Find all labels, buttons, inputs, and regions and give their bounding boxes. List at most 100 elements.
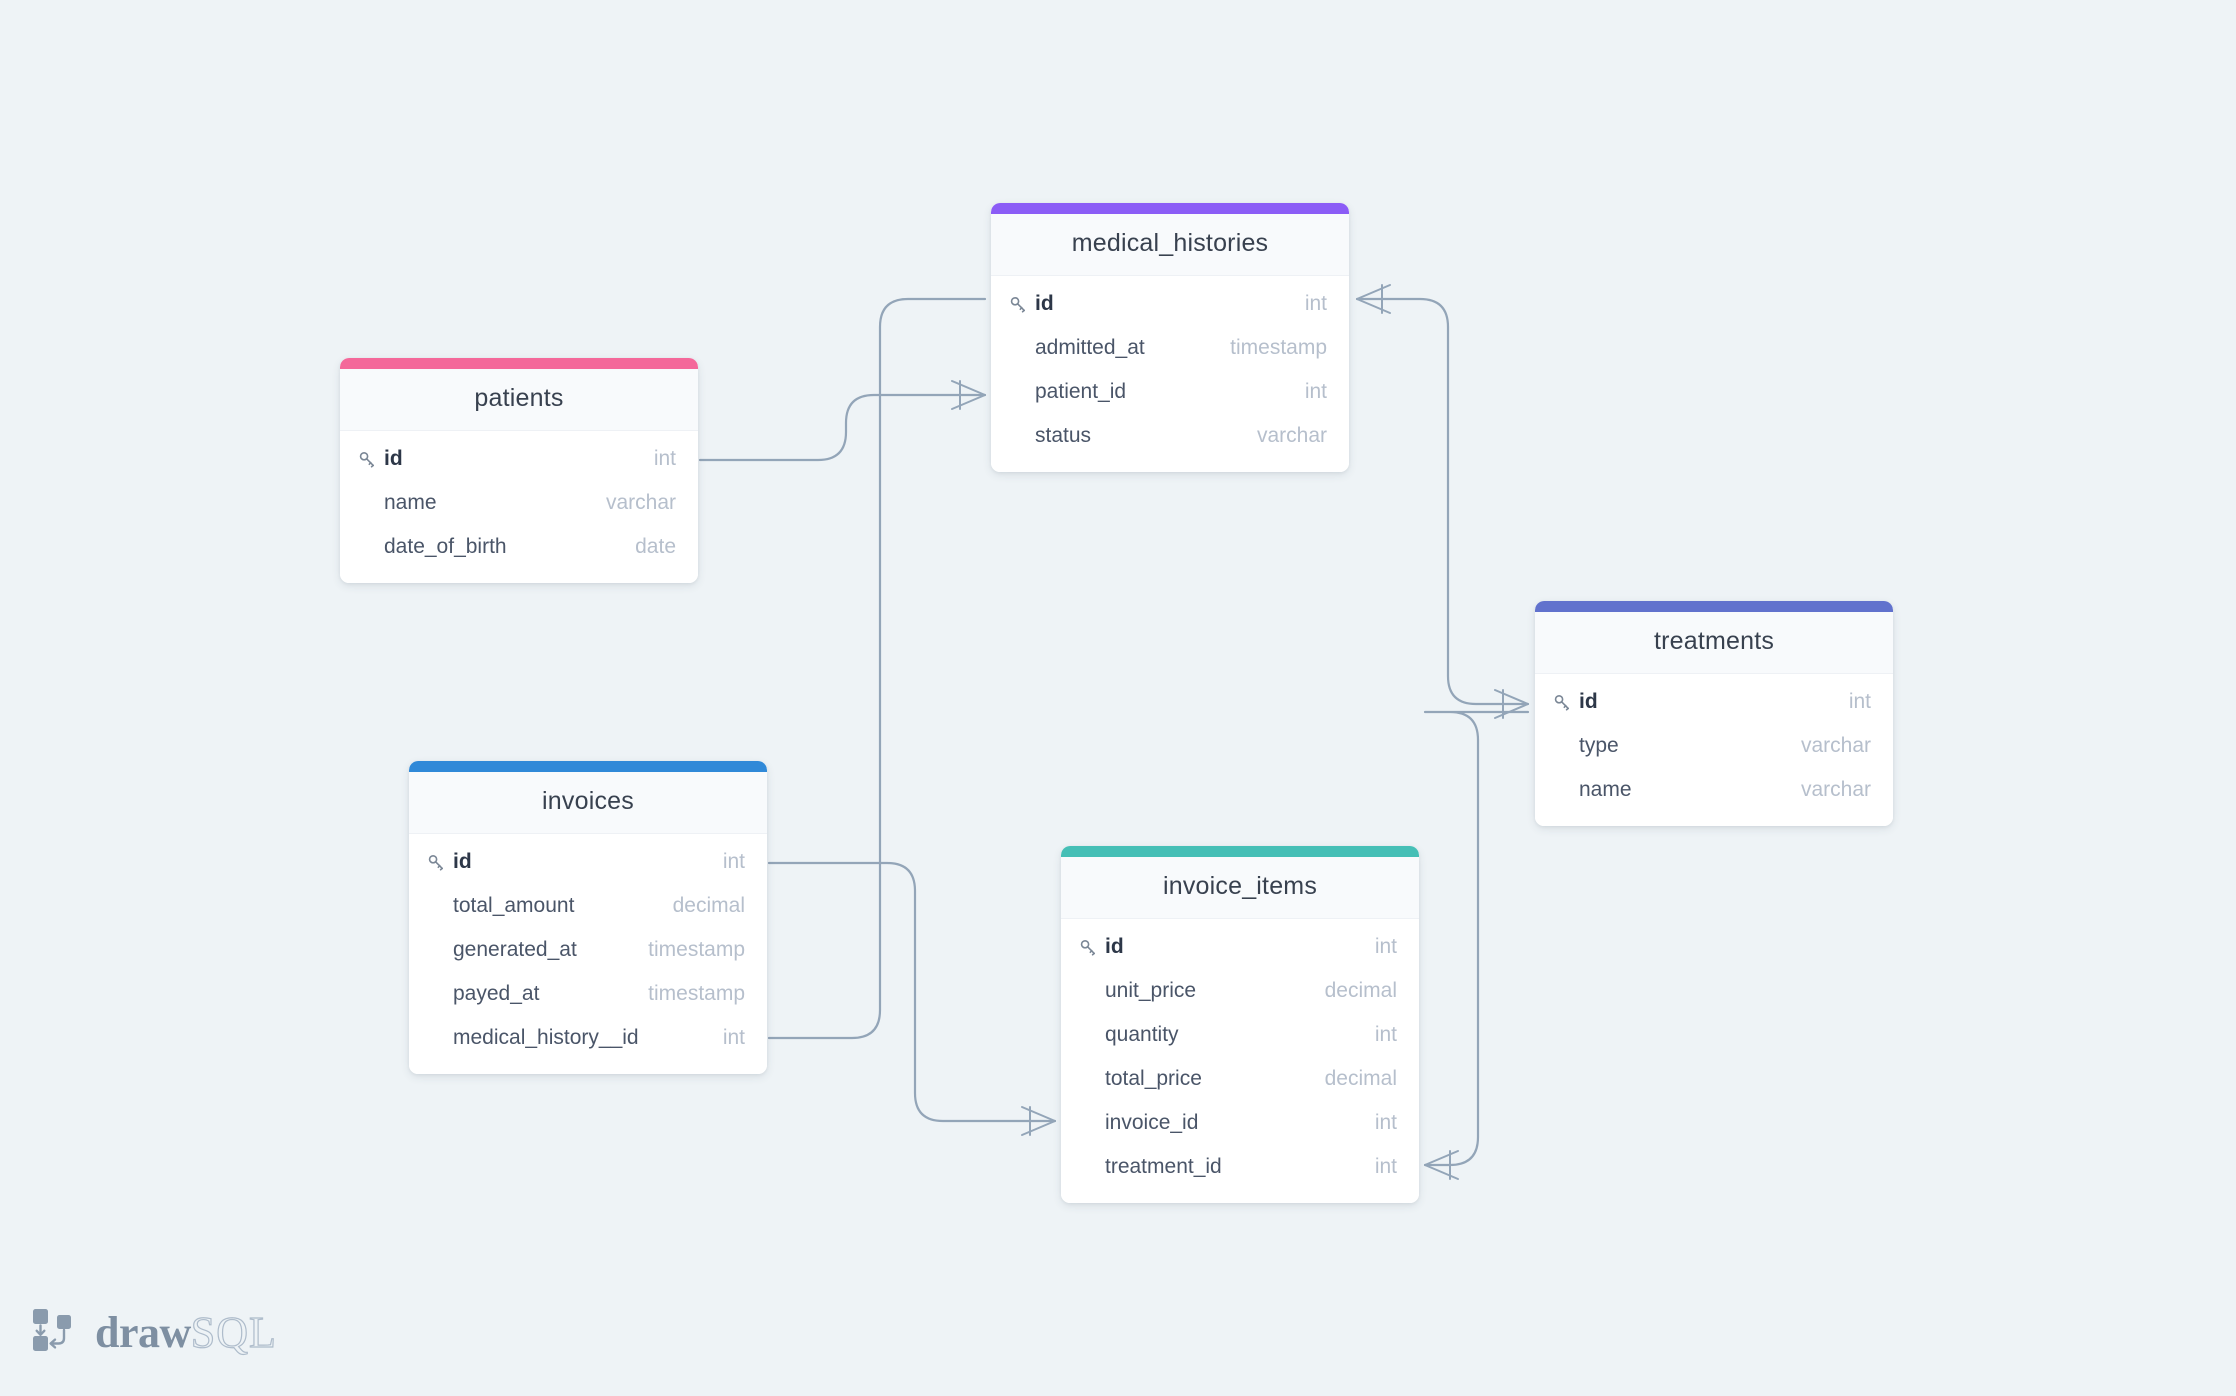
column-row[interactable]: payed_at timestamp (409, 972, 767, 1016)
column-type: varchar (1800, 734, 1871, 757)
table-title: invoices (409, 772, 767, 834)
column-row[interactable]: unit_price decimal (1061, 969, 1419, 1013)
column-list: id int unit_price decimal quantity int t… (1061, 919, 1419, 1203)
column-name: id (453, 850, 472, 873)
column-row[interactable]: date_of_birth date (340, 525, 698, 569)
table-medical-histories[interactable]: medical_histories id int admitted_at tim… (991, 203, 1349, 472)
column-list: id int total_amount decimal generated_at… (409, 834, 767, 1074)
column-type: int (1374, 1111, 1397, 1134)
crowsfoot-medical-histories-patient-id (951, 380, 986, 410)
column-name: payed_at (453, 982, 540, 1005)
column-type: varchar (1256, 424, 1327, 447)
column-list: id int admitted_at timestamp patient_id … (991, 276, 1349, 472)
table-accent-bar (1061, 846, 1419, 857)
table-title: invoice_items (1061, 857, 1419, 919)
column-type: int (1304, 380, 1327, 403)
column-name: patient_id (1035, 380, 1127, 403)
column-type: date (635, 535, 676, 558)
column-name: total_price (1105, 1067, 1202, 1090)
connector-patients-medical-histories (698, 393, 987, 462)
column-name: medical_history__id (453, 1026, 639, 1049)
column-row[interactable]: id int (340, 437, 698, 481)
column-row[interactable]: quantity int (1061, 1013, 1419, 1057)
column-type: int (722, 850, 745, 873)
crowsfoot-invoice-items-treatment-id (1424, 1150, 1459, 1180)
column-type: int (1374, 935, 1397, 958)
column-row[interactable]: name varchar (340, 481, 698, 525)
column-row[interactable]: status varchar (991, 414, 1349, 458)
table-title: medical_histories (991, 214, 1349, 276)
column-list: id int type varchar name varchar (1535, 674, 1893, 826)
primary-key-icon (1553, 693, 1579, 712)
column-row[interactable]: patient_id int (991, 370, 1349, 414)
primary-key-icon (427, 853, 453, 872)
column-name: type (1579, 734, 1619, 757)
column-name: generated_at (453, 938, 577, 961)
table-invoice-items[interactable]: invoice_items id int unit_price decimal … (1061, 846, 1419, 1203)
column-row[interactable]: id int (1061, 925, 1419, 969)
crowsfoot-treatments-id-a (1494, 689, 1529, 719)
column-row[interactable]: invoice_id int (1061, 1101, 1419, 1145)
column-row[interactable]: admitted_at timestamp (991, 326, 1349, 370)
crowsfoot-medical-histories-id (1356, 284, 1391, 314)
column-list: id int name varchar date_of_birth date (340, 431, 698, 583)
primary-key-icon (1009, 295, 1035, 314)
column-name: admitted_at (1035, 336, 1145, 359)
connector-medical-histories-treatments (1355, 297, 1530, 706)
column-name: id (1579, 690, 1598, 713)
column-type: timestamp (648, 982, 745, 1005)
column-name: status (1035, 424, 1092, 447)
table-title: treatments (1535, 612, 1893, 674)
column-type: decimal (672, 894, 745, 917)
table-invoices[interactable]: invoices id int total_amount decimal gen… (409, 761, 767, 1074)
logo-text-draw: draw (95, 1307, 191, 1357)
column-row[interactable]: total_amount decimal (409, 884, 767, 928)
column-type: int (1374, 1155, 1397, 1178)
column-name: date_of_birth (384, 535, 507, 558)
diagram-nodes-icon (30, 1305, 80, 1360)
column-name: id (1105, 935, 1124, 958)
table-accent-bar (991, 203, 1349, 214)
column-name: quantity (1105, 1023, 1179, 1046)
column-name: name (384, 491, 437, 514)
column-type: int (722, 1026, 745, 1049)
connector-invoices-invoice-items (767, 861, 1057, 1123)
column-row[interactable]: total_price decimal (1061, 1057, 1419, 1101)
column-row[interactable]: type varchar (1535, 724, 1893, 768)
column-type: int (653, 447, 676, 470)
connector-invoice-items-treatments (1423, 710, 1530, 1167)
erd-canvas[interactable]: patients id int name varchar date_of_bir… (0, 0, 2236, 1396)
column-row[interactable]: id int (409, 840, 767, 884)
column-row[interactable]: id int (991, 282, 1349, 326)
column-type: varchar (1800, 778, 1871, 801)
column-row[interactable]: id int (1535, 680, 1893, 724)
column-row[interactable]: name varchar (1535, 768, 1893, 812)
primary-key-icon (358, 450, 384, 469)
table-accent-bar (340, 358, 698, 369)
table-accent-bar (409, 761, 767, 772)
column-type: decimal (1324, 979, 1397, 1002)
column-type: int (1304, 292, 1327, 315)
column-row[interactable]: generated_at timestamp (409, 928, 767, 972)
column-name: name (1579, 778, 1632, 801)
crowsfoot-invoice-items-invoice-id (1021, 1106, 1056, 1136)
column-row[interactable]: medical_history__id int (409, 1016, 767, 1060)
column-type: decimal (1324, 1067, 1397, 1090)
column-row[interactable]: treatment_id int (1061, 1145, 1419, 1189)
column-type: int (1848, 690, 1871, 713)
column-name: invoice_id (1105, 1111, 1199, 1134)
drawsql-logo[interactable]: draw SQL (30, 1305, 277, 1360)
table-treatments[interactable]: treatments id int type varchar name varc… (1535, 601, 1893, 826)
column-type: timestamp (648, 938, 745, 961)
column-type: int (1374, 1023, 1397, 1046)
table-title: patients (340, 369, 698, 431)
logo-text-sql: SQL (190, 1307, 277, 1357)
table-patients[interactable]: patients id int name varchar date_of_bir… (340, 358, 698, 583)
table-accent-bar (1535, 601, 1893, 612)
connector-invoices-medical-histories (767, 297, 987, 1040)
column-name: treatment_id (1105, 1155, 1222, 1178)
primary-key-icon (1079, 938, 1105, 957)
column-name: id (1035, 292, 1054, 315)
column-type: varchar (605, 491, 676, 514)
column-name: unit_price (1105, 979, 1197, 1002)
